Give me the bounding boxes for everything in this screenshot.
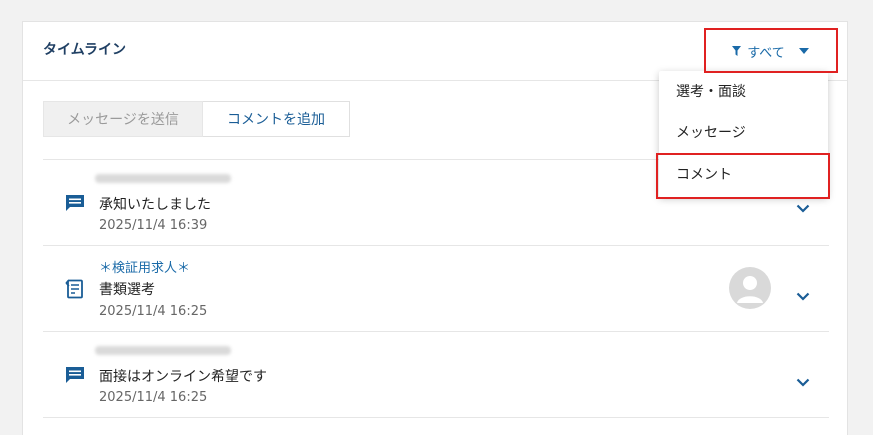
dropdown-option-message[interactable]: メッセージ: [659, 112, 828, 152]
item-message: 書類選考: [99, 282, 155, 298]
item-timestamp: 2025/11/4 16:25: [99, 390, 208, 405]
job-title-link[interactable]: ＊検証用求人＊: [99, 257, 190, 276]
dropdown-option-selection[interactable]: 選考・面談: [659, 71, 828, 111]
item-message: 面接はオンライン希望です: [99, 369, 267, 385]
chevron-down-icon[interactable]: [796, 286, 810, 305]
filter-icon: [732, 45, 742, 57]
caret-down-icon: [798, 48, 809, 54]
blurred-sender-name: [95, 174, 231, 183]
tab-add-comment[interactable]: コメントを追加: [203, 101, 350, 137]
item-timestamp: 2025/11/4 16:39: [99, 218, 208, 233]
avatar: [729, 267, 771, 309]
chevron-down-icon[interactable]: [796, 372, 810, 391]
filter-label: すべて: [747, 45, 785, 61]
filter-dropdown-button[interactable]: すべて: [707, 32, 834, 70]
dropdown-option-comment[interactable]: コメント: [659, 154, 828, 194]
filter-dropdown-menu: 選考・面談 メッセージ コメント: [659, 71, 828, 197]
timeline-item[interactable]: ＊検証用求人＊ 書類選考 2025/11/4 16:25: [43, 246, 829, 332]
timeline-item[interactable]: 面接はオンライン希望です 2025/11/4 16:25: [43, 332, 829, 418]
blurred-sender-name: [95, 346, 231, 355]
tab-send-message[interactable]: メッセージを送信: [43, 101, 203, 137]
timeline-title: タイムライン: [43, 42, 127, 58]
document-review-icon: [65, 279, 85, 303]
divider: [43, 417, 829, 418]
comment-icon: [65, 366, 85, 388]
chevron-down-icon[interactable]: [796, 198, 810, 217]
compose-tabs: メッセージを送信 コメントを追加: [43, 101, 350, 137]
item-message: 承知いたしました: [99, 197, 211, 213]
comment-icon: [65, 194, 85, 216]
item-timestamp: 2025/11/4 16:25: [99, 304, 208, 319]
